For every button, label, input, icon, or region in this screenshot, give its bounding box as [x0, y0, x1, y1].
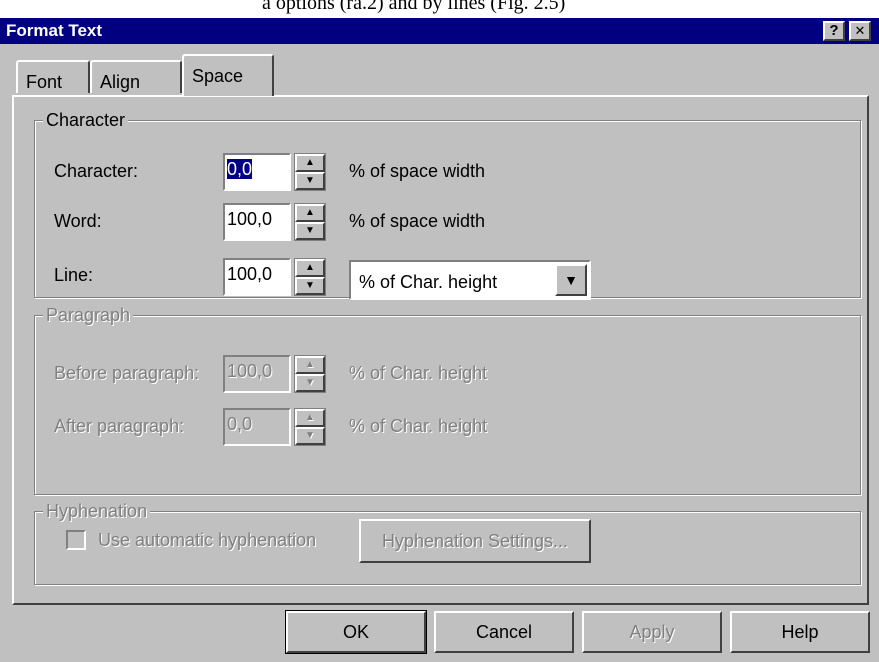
after-paragraph-unit: % of Char. height [349, 416, 488, 436]
line-spacing-label: Line: [54, 265, 94, 285]
apply-button[interactable]: Apply [582, 611, 722, 653]
line-spacing-spinner[interactable]: ▲ ▼ [294, 258, 326, 296]
after-paragraph-spinner[interactable]: ▲ ▼ [294, 408, 326, 446]
character-spacing-label: Character: [54, 161, 139, 181]
auto-hyphenation-checkbox[interactable] [66, 530, 86, 550]
character-spacing-unit: % of space width [349, 161, 486, 181]
title-bar: Format Text ? ✕ [0, 18, 879, 44]
tab-panel-space: Character Character: 0,0 ▲ ▼ % of space … [12, 95, 869, 605]
character-group-legend: Character [43, 110, 129, 131]
tab-align-label: Align [100, 72, 141, 92]
character-spacing-spinner[interactable]: ▲ ▼ [294, 153, 326, 191]
spin-up-icon[interactable]: ▲ [295, 409, 325, 427]
hyphenation-group-legend: Hyphenation [43, 501, 151, 522]
hyphenation-settings-label: Hyphenation Settings... [381, 531, 569, 551]
paragraph-group: Paragraph [34, 305, 861, 495]
help-icon[interactable]: ? [823, 21, 845, 41]
tab-space[interactable]: Space [182, 54, 274, 96]
tab-font-label: Font [26, 72, 63, 92]
line-spacing-unit-value: % of Char. height [359, 272, 498, 292]
cancel-button[interactable]: Cancel [434, 611, 574, 653]
line-spacing-unit-select[interactable]: % of Char. height ▼ [349, 260, 591, 300]
word-spacing-unit: % of space width [349, 211, 486, 231]
word-spacing-spinner[interactable]: ▲ ▼ [294, 203, 326, 241]
before-paragraph-input[interactable]: 100,0 [223, 355, 291, 393]
ok-button-label: OK [342, 622, 369, 642]
spin-down-icon[interactable]: ▼ [295, 222, 325, 240]
cancel-button-label: Cancel [475, 622, 533, 642]
document-text-strip: a options (ra.2) and by lines (Fig. 2.5) [0, 0, 879, 18]
close-icon[interactable]: ✕ [849, 21, 871, 41]
window-title: Format Text [6, 21, 103, 40]
after-paragraph-label: After paragraph: [54, 416, 185, 436]
after-paragraph-value: 0,0 [227, 414, 253, 434]
spin-down-icon[interactable]: ▼ [295, 427, 325, 445]
tab-font[interactable]: Font [16, 60, 90, 93]
chevron-down-icon[interactable]: ▼ [555, 264, 587, 296]
line-spacing-input[interactable]: 100,0 [223, 258, 291, 296]
spin-up-icon[interactable]: ▲ [295, 259, 325, 277]
before-paragraph-unit: % of Char. height [349, 363, 488, 383]
spin-down-icon[interactable]: ▼ [295, 277, 325, 295]
character-spacing-input[interactable]: 0,0 [223, 153, 291, 191]
word-spacing-label: Word: [54, 211, 102, 231]
tab-align[interactable]: Align [90, 60, 182, 93]
before-paragraph-spinner[interactable]: ▲ ▼ [294, 355, 326, 393]
word-spacing-value: 100,0 [227, 209, 273, 229]
spin-down-icon[interactable]: ▼ [295, 172, 325, 190]
before-paragraph-label: Before paragraph: [54, 363, 200, 383]
before-paragraph-value: 100,0 [227, 361, 273, 381]
spin-up-icon[interactable]: ▲ [295, 204, 325, 222]
auto-hyphenation-label: Use automatic hyphenation [98, 530, 317, 550]
tab-space-label: Space [192, 66, 244, 86]
spin-down-icon[interactable]: ▼ [295, 374, 325, 392]
after-paragraph-input[interactable]: 0,0 [223, 408, 291, 446]
help-button[interactable]: Help [730, 611, 870, 653]
document-text: a options (ra.2) and by lines (Fig. 2.5) [262, 0, 566, 14]
apply-button-label: Apply [629, 622, 675, 642]
help-button-label: Help [781, 622, 819, 642]
paragraph-group-legend: Paragraph [43, 305, 134, 326]
spin-up-icon[interactable]: ▲ [295, 154, 325, 172]
hyphenation-settings-button[interactable]: Hyphenation Settings... [359, 519, 591, 563]
line-spacing-value: 100,0 [227, 264, 273, 284]
format-text-dialog: Format Text ? ✕ Font Align Space Charact… [0, 18, 879, 662]
character-spacing-value: 0,0 [227, 159, 253, 179]
ok-button[interactable]: OK [285, 610, 427, 654]
word-spacing-input[interactable]: 100,0 [223, 203, 291, 241]
spin-up-icon[interactable]: ▲ [295, 356, 325, 374]
